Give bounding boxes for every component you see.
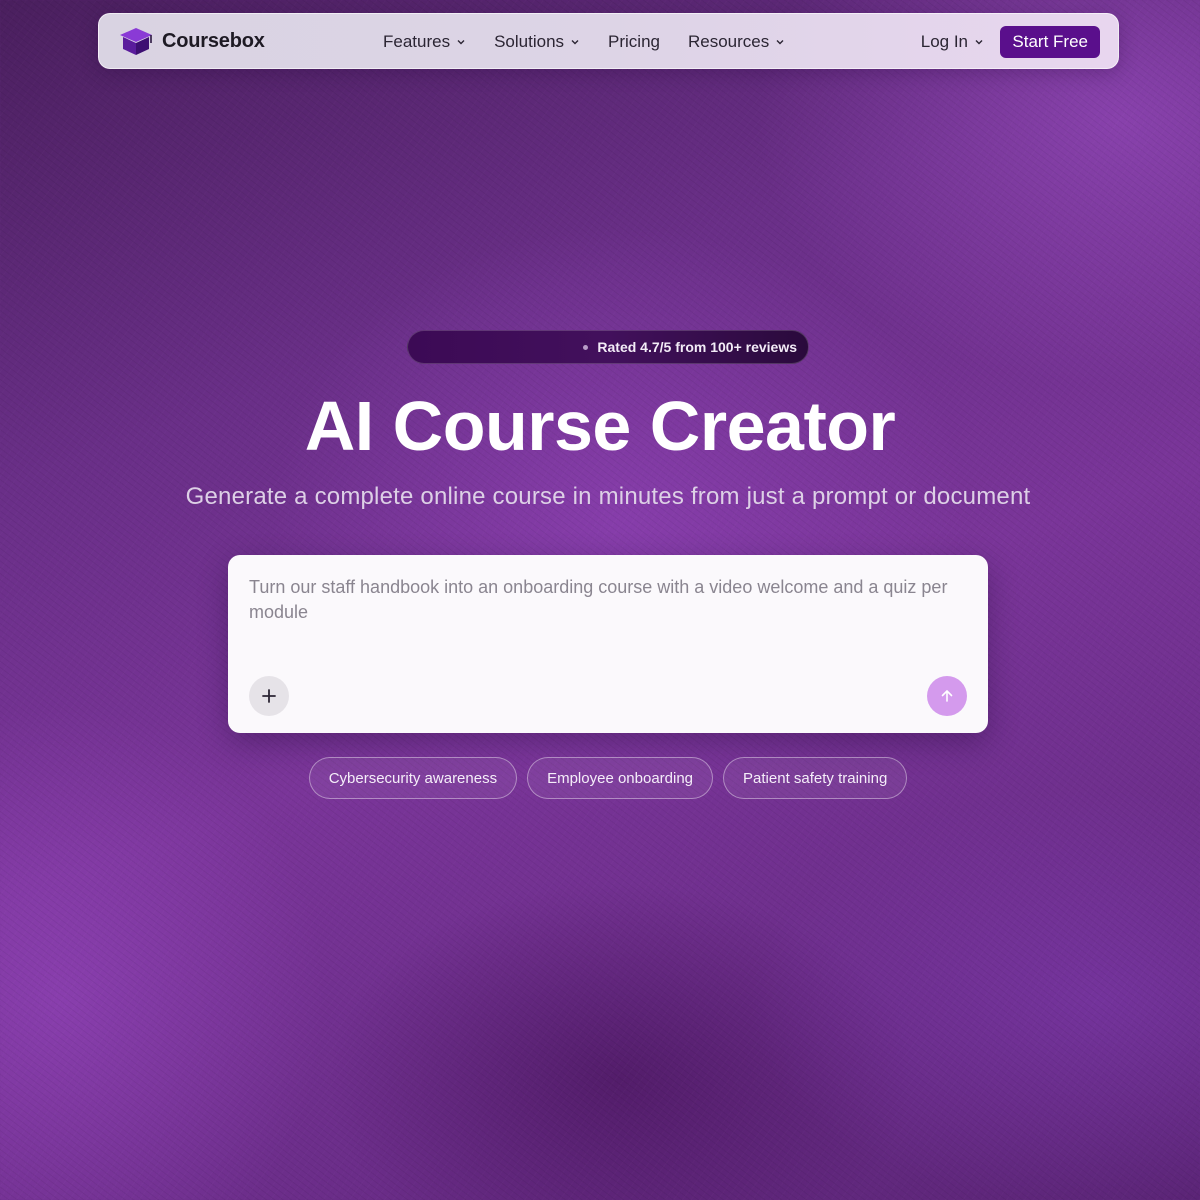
hero-subtitle: Generate a complete online course in min… bbox=[185, 483, 1031, 510]
chevron-down-icon bbox=[776, 40, 784, 45]
nav-links: Features Solutions Pricing Resources bbox=[383, 14, 813, 70]
start-free-button[interactable]: Start Free bbox=[1000, 26, 1100, 58]
nav-item-label: Resources bbox=[688, 32, 770, 51]
hero-title: AI Course Creator bbox=[304, 387, 896, 465]
nav-item-label: Solutions bbox=[494, 32, 565, 51]
nav-item-pricing[interactable]: Pricing bbox=[608, 32, 660, 52]
bullet-dot bbox=[583, 344, 589, 350]
login-menu[interactable]: Log In bbox=[921, 14, 984, 70]
suggestion-chips: Cybersecurity awareness Employee onboard… bbox=[0, 757, 1200, 799]
brand-name: Coursebox bbox=[162, 29, 265, 52]
prompt-card bbox=[228, 555, 988, 733]
suggestion-chip-onboarding[interactable]: Employee onboarding bbox=[527, 757, 714, 799]
chevron-down-icon bbox=[975, 40, 983, 45]
rating-text: Rated 4.7/5 from 100+ reviews bbox=[597, 339, 797, 355]
nav-item-label: Features bbox=[383, 32, 451, 51]
suggestion-chip-patient-safety[interactable]: Patient safety training bbox=[723, 757, 908, 799]
graduation-cap-cube-icon bbox=[120, 28, 152, 55]
nav-item-label: Pricing bbox=[608, 32, 660, 51]
chevron-down-icon bbox=[457, 40, 465, 45]
top-navbar: Coursebox Features Solutions Pricing Res… bbox=[98, 13, 1119, 69]
prompt-input[interactable] bbox=[249, 575, 969, 655]
brand-logo[interactable]: Coursebox bbox=[118, 26, 265, 56]
nav-item-solutions[interactable]: Solutions bbox=[494, 32, 580, 52]
nav-item-features[interactable]: Features bbox=[383, 32, 466, 52]
add-attachment-button[interactable] bbox=[249, 676, 289, 716]
arrow-up-icon bbox=[941, 690, 953, 702]
plus-icon bbox=[262, 689, 276, 703]
rating-badge: Rated 4.7/5 from 100+ reviews bbox=[407, 330, 809, 364]
login-label: Log In bbox=[920, 32, 968, 51]
suggestion-chip-cybersecurity[interactable]: Cybersecurity awareness bbox=[308, 757, 518, 799]
nav-item-resources[interactable]: Resources bbox=[688, 32, 785, 52]
chevron-down-icon bbox=[571, 40, 579, 45]
send-button[interactable] bbox=[927, 676, 967, 716]
